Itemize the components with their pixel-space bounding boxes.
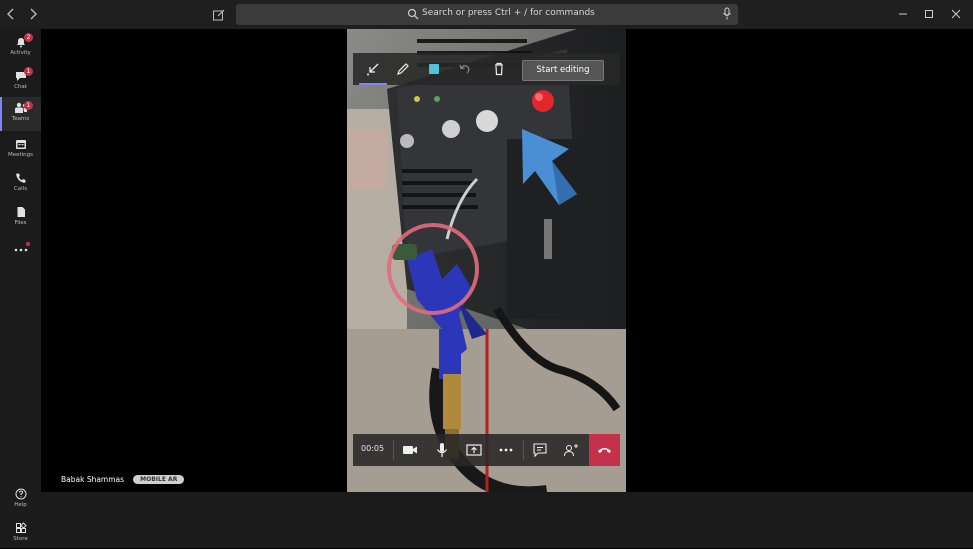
maximize-icon[interactable] <box>921 6 937 22</box>
chat-icon[interactable] <box>530 440 550 460</box>
mobile-ar-tag: MOBILE AR <box>133 475 185 484</box>
camera-icon[interactable] <box>400 440 420 460</box>
rail-item-label: Help <box>14 502 27 508</box>
rail-item-label: Activity <box>10 50 31 56</box>
hang-up-icon <box>598 448 611 453</box>
hang-up-button[interactable] <box>589 434 620 466</box>
start-editing-button[interactable]: Start editing <box>522 60 604 81</box>
rail-item-more[interactable] <box>0 237 41 259</box>
rail-item-chat[interactable]: 1 Chat <box>0 65 41 97</box>
notification-dot <box>26 242 30 246</box>
share-screen-icon[interactable] <box>464 440 484 460</box>
rail-item-activity[interactable]: 2 Activity <box>0 31 41 63</box>
rail-item-calls[interactable]: Calls <box>0 167 41 199</box>
rail-item-label: Teams <box>11 116 30 122</box>
phone-icon <box>15 173 25 183</box>
delete-icon[interactable] <box>489 59 509 79</box>
participant-label: Babak Shammas MOBILE AR <box>61 469 185 484</box>
search-bar[interactable]: Search or press Ctrl + / for commands <box>236 4 738 25</box>
rail-item-store[interactable]: Store <box>0 517 41 549</box>
annotation-toolbar: Start editing <box>353 53 620 85</box>
store-icon <box>15 522 27 533</box>
search-placeholder: Search or press Ctrl + / for commands <box>422 8 595 18</box>
rail-item-meetings[interactable]: Meetings <box>0 133 41 165</box>
video-feed[interactable] <box>347 29 626 492</box>
back-icon[interactable] <box>4 7 18 21</box>
rail-item-teams[interactable]: 1 Teams <box>0 97 41 131</box>
calendar-icon <box>15 140 26 149</box>
active-tool-indicator <box>359 83 387 85</box>
close-icon[interactable] <box>948 6 964 22</box>
app-rail: 2 Activity 1 Chat 1 Teams Meetings Calls… <box>0 29 41 548</box>
rail-item-label: Meetings <box>7 152 34 158</box>
pen-icon[interactable] <box>393 59 413 79</box>
title-bar: Search or press Ctrl + / for commands <box>0 0 973 29</box>
microphone-icon[interactable] <box>722 7 732 21</box>
activity-badge: 2 <box>24 33 33 42</box>
bottom-panel <box>41 492 973 548</box>
undo-icon[interactable] <box>455 59 475 79</box>
compose-icon[interactable] <box>212 8 226 22</box>
minimize-icon[interactable] <box>895 6 911 22</box>
help-icon <box>15 488 26 500</box>
divider <box>393 440 394 460</box>
call-control-bar: 00:05 <box>353 434 620 466</box>
more-apps-icon <box>14 248 27 252</box>
chat-badge: 1 <box>24 67 33 76</box>
rail-item-help[interactable]: Help <box>0 483 41 515</box>
add-people-icon[interactable] <box>561 440 581 460</box>
search-icon <box>407 8 419 20</box>
participant-name: Babak Shammas <box>61 475 125 484</box>
rail-item-label: Store <box>13 536 28 542</box>
rail-item-label: Files <box>14 220 27 226</box>
file-icon <box>17 207 25 217</box>
color-swatch-icon[interactable] <box>424 59 444 79</box>
collapse-icon[interactable] <box>363 59 383 79</box>
rail-item-files[interactable]: Files <box>0 201 41 233</box>
rail-item-label: Calls <box>13 186 28 192</box>
teams-badge: 1 <box>24 101 33 110</box>
forward-icon[interactable] <box>26 7 40 21</box>
rail-item-label: Chat <box>14 84 27 90</box>
call-timer: 00:05 <box>361 444 385 453</box>
divider <box>523 440 524 460</box>
video-frame <box>347 29 626 492</box>
more-icon[interactable] <box>496 440 516 460</box>
microphone-icon[interactable] <box>432 440 452 460</box>
